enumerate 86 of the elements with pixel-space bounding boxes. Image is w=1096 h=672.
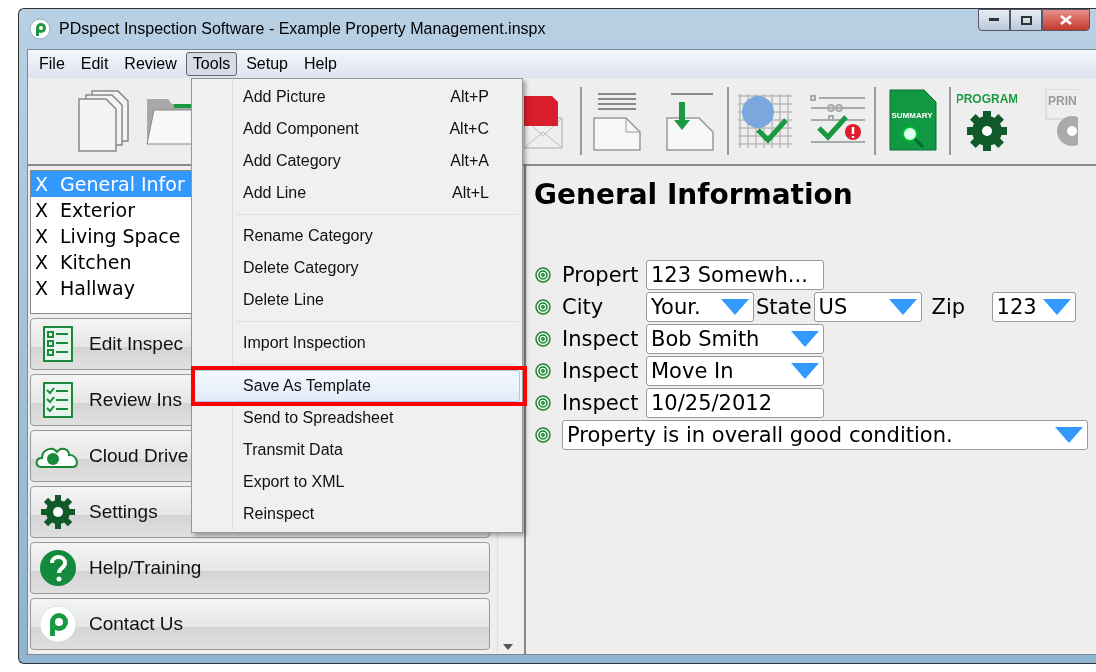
list-icon xyxy=(43,326,73,362)
menu-item[interactable]: Import Inspection xyxy=(194,327,520,359)
input-field[interactable]: 123 Somewh... xyxy=(646,260,824,290)
field-label: City xyxy=(562,295,605,319)
gear-icon xyxy=(40,494,76,530)
menu-item-label: Send to Spreadsheet xyxy=(243,409,394,427)
minimize-icon xyxy=(989,18,999,22)
logo-icon xyxy=(39,605,77,643)
target-bullet-icon xyxy=(534,331,552,347)
summary-report-icon[interactable]: SUMMARY xyxy=(887,88,938,154)
menu-item-label: Rename Category xyxy=(243,227,373,245)
field-label: Inspect xyxy=(562,391,640,415)
menu-item[interactable]: Help xyxy=(297,52,344,76)
logo-icon xyxy=(29,18,51,40)
dropdown[interactable]: Bob Smith xyxy=(646,324,824,354)
pie-chart-check-icon[interactable] xyxy=(736,92,795,150)
dropdown-arrow-icon xyxy=(888,299,917,315)
shortcut-text: Alt+A xyxy=(450,152,489,170)
field-label: Inspect xyxy=(562,359,640,383)
menu-item[interactable]: File xyxy=(32,52,72,76)
dropdown[interactable]: Move In xyxy=(646,356,824,386)
dropdown-arrow-icon xyxy=(1042,299,1071,315)
category-item[interactable]: X Hallway xyxy=(31,275,191,301)
menu-item[interactable]: Send to Spreadsheet xyxy=(194,402,520,434)
dropdown-arrow-icon xyxy=(791,363,819,379)
menu-item[interactable]: Delete Line xyxy=(194,284,520,316)
menu-item-label: Add Picture xyxy=(243,88,326,106)
window-title: PDspect Inspection Software - Example Property Management.inspx xyxy=(59,20,546,38)
document-download-icon[interactable] xyxy=(664,90,717,152)
minimize-button[interactable] xyxy=(978,9,1010,31)
field-label: Inspect xyxy=(562,327,640,351)
category-item[interactable]: X Living Space xyxy=(31,223,191,249)
category-item[interactable]: X Kitchen xyxy=(31,249,191,275)
menu-item[interactable]: Setup xyxy=(239,52,295,76)
help-icon xyxy=(39,549,77,587)
menu-item-label: Delete Category xyxy=(243,259,359,277)
menu-item[interactable]: Review xyxy=(117,52,184,76)
menu-item[interactable]: Reinspect xyxy=(194,498,520,530)
shortcut-text: Alt+P xyxy=(450,88,489,106)
input-field[interactable]: 10/25/2012 xyxy=(646,388,824,418)
field-label: Zip xyxy=(930,295,967,319)
menu-item-label: Transmit Data xyxy=(243,441,343,459)
menu-item-label: Import Inspection xyxy=(243,334,366,352)
nav-button[interactable]: Contact Us xyxy=(30,598,490,650)
close-button[interactable] xyxy=(1042,9,1090,31)
category-item[interactable]: X Exterior xyxy=(31,197,191,223)
dropdown[interactable]: 123 xyxy=(991,292,1076,322)
menu-item-label: Add Category xyxy=(243,152,341,170)
menu-item-label: Save As Template xyxy=(243,377,371,395)
target-bullet-icon xyxy=(534,395,552,411)
menu-item[interactable]: Delete Category xyxy=(194,252,520,284)
target-bullet-icon xyxy=(534,299,552,315)
target-bullet-icon xyxy=(534,267,552,283)
dropdown-arrow-icon xyxy=(791,331,819,347)
field-label: Propert xyxy=(562,263,640,287)
menu-item[interactable]: Tools xyxy=(185,52,238,76)
menu-item[interactable]: Export to XML xyxy=(194,466,520,498)
dropdown-arrow-icon xyxy=(721,299,749,315)
checklist-icon xyxy=(43,382,73,418)
dropdown[interactable]: Property is in overall good condition. xyxy=(562,420,1088,450)
menu-item[interactable]: Add Line Alt+L xyxy=(194,177,520,209)
dropdown-arrow-icon xyxy=(1055,427,1083,443)
target-bullet-icon xyxy=(534,427,552,443)
menu-item-label: Export to XML xyxy=(243,473,345,491)
menu-item[interactable]: Add Category Alt+A xyxy=(194,145,520,177)
nav-button[interactable]: Help/Training xyxy=(30,542,490,594)
menu-item[interactable]: Rename Category xyxy=(194,220,520,252)
menu-item[interactable]: Edit xyxy=(73,52,116,76)
menu-item[interactable]: Transmit Data xyxy=(194,434,520,466)
menu-item-label: Add Component xyxy=(243,120,359,138)
close-icon xyxy=(1060,15,1072,25)
shortcut-text: Alt+L xyxy=(452,184,489,202)
shortcut-text: Alt+C xyxy=(449,120,489,138)
menu-item[interactable]: Add Picture Alt+P xyxy=(194,81,520,113)
section-title: General Information xyxy=(534,178,854,211)
target-bullet-icon xyxy=(534,363,552,379)
scroll-down-icon[interactable] xyxy=(503,644,513,650)
maximize-button[interactable] xyxy=(1010,9,1042,31)
menu-item-label: Reinspect xyxy=(243,505,315,523)
dropdown[interactable]: US xyxy=(813,292,922,322)
menu-item-label: Add Line xyxy=(243,184,307,202)
menu-item[interactable]: Add Component Alt+C xyxy=(194,113,520,145)
menu-item-label: Delete Line xyxy=(243,291,324,309)
maximize-icon xyxy=(1020,15,1032,25)
field-label: State xyxy=(755,295,813,319)
dropdown[interactable]: Your. xyxy=(646,292,754,322)
